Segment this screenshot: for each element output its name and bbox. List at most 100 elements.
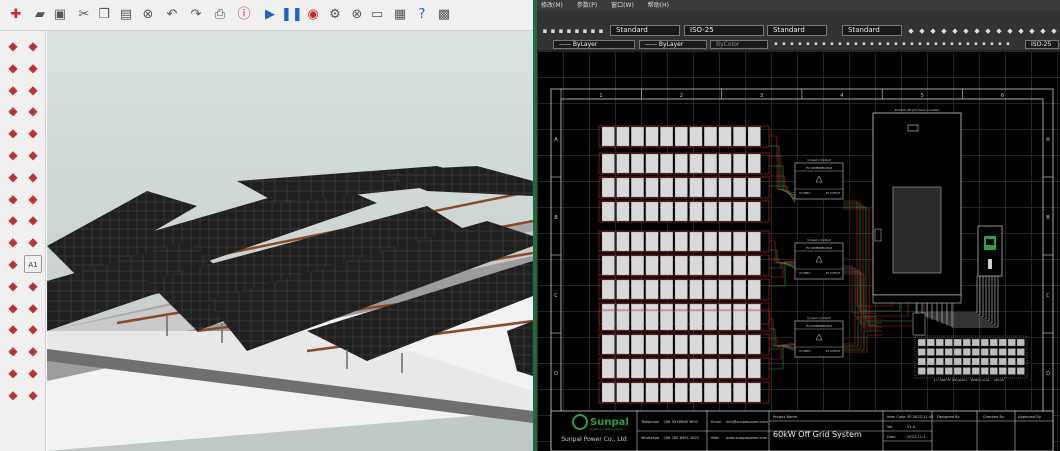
- open-folder-icon[interactable]: ▰: [30, 5, 50, 25]
- combiner-box[interactable]: 6 Input 1 Output PV COMBINER BOX PV INPUT P…: [794, 158, 844, 200]
- pv-module[interactable]: [718, 255, 732, 276]
- pv-module[interactable]: [718, 382, 732, 403]
- pv-module[interactable]: [631, 153, 644, 174]
- arc-icon[interactable]: ◆: [4, 146, 22, 164]
- dim-style-dropdown[interactable]: ISO-25: [684, 25, 764, 36]
- pv-module[interactable]: [631, 310, 644, 331]
- pv-module[interactable]: [601, 334, 615, 355]
- pv-module[interactable]: [660, 382, 674, 403]
- cad-tool-icon[interactable]: ▪: [589, 27, 597, 35]
- pv-module[interactable]: [616, 177, 630, 198]
- cad-tool-icon[interactable]: ▪: [853, 41, 859, 47]
- pv-module[interactable]: [616, 153, 630, 174]
- pv-module[interactable]: [645, 310, 659, 331]
- lineweight-dropdown[interactable]: —— ByLayer: [639, 40, 707, 49]
- cad-tool-icon[interactable]: ▪: [925, 41, 931, 47]
- cad-tool-icon[interactable]: ◆: [1006, 27, 1014, 35]
- cad-tool-icon[interactable]: ▪: [949, 41, 955, 47]
- pv-module[interactable]: [733, 279, 747, 300]
- eraser-icon[interactable]: ◆: [24, 59, 42, 77]
- pv-module[interactable]: [747, 231, 761, 252]
- pv-module[interactable]: [601, 310, 615, 331]
- pv-module[interactable]: [733, 201, 747, 222]
- annotation-scale-dropdown[interactable]: ISO-25: [1025, 40, 1059, 49]
- menu-item-1[interactable]: 修改(M): [541, 2, 563, 9]
- move-icon[interactable]: ◆: [24, 190, 42, 208]
- paste-icon[interactable]: ▤: [116, 5, 136, 25]
- cad-tool-icon[interactable]: ◆: [962, 27, 970, 35]
- cad-tool-icon[interactable]: ▪: [973, 41, 979, 47]
- pv-module[interactable]: [689, 310, 703, 331]
- cad-tool-icon[interactable]: ▪: [813, 41, 819, 47]
- pv-module[interactable]: [704, 382, 717, 403]
- pv-module[interactable]: [733, 177, 747, 198]
- cad-tool-icon[interactable]: ▪: [805, 41, 811, 47]
- push-pull-icon[interactable]: ◆: [4, 168, 22, 186]
- display-icon[interactable]: ▭: [367, 5, 387, 25]
- pv-module[interactable]: [601, 177, 615, 198]
- menu-item-2[interactable]: 参数(P): [577, 2, 597, 9]
- pv-module[interactable]: [631, 231, 644, 252]
- pv-module[interactable]: [601, 279, 615, 300]
- protractor-icon[interactable]: ◆: [4, 255, 22, 273]
- cad-tool-icon[interactable]: ▪: [957, 41, 963, 47]
- pv-module[interactable]: [616, 201, 630, 222]
- pv-module[interactable]: [704, 201, 717, 222]
- pv-module[interactable]: [616, 255, 630, 276]
- cad-tool-icon[interactable]: ▪: [981, 41, 987, 47]
- pv-module[interactable]: [645, 255, 659, 276]
- text-style-dropdown[interactable]: Standard: [610, 25, 680, 36]
- pv-module[interactable]: [747, 126, 761, 147]
- breaker-box[interactable]: [977, 225, 1003, 277]
- zoom-extents-icon[interactable]: ◆: [4, 342, 22, 360]
- cad-tool-icon[interactable]: ▪: [789, 41, 795, 47]
- cad-tool-icon[interactable]: ◆: [951, 27, 959, 35]
- menu-item-4[interactable]: 帮助(H): [648, 2, 669, 9]
- text-icon[interactable]: A1: [24, 255, 42, 273]
- section-plane-icon[interactable]: ◆: [24, 386, 42, 404]
- zoom-icon[interactable]: ◆: [4, 320, 22, 338]
- pv-module[interactable]: [704, 231, 717, 252]
- undo-icon[interactable]: ↶: [162, 5, 182, 25]
- pv-module[interactable]: [718, 177, 732, 198]
- pv-module[interactable]: [718, 153, 732, 174]
- pv-module[interactable]: [631, 334, 644, 355]
- wiring-diagram[interactable]: 1 2 3 4 5 6 A A B B C C D D 6 Input 1 Output PV COMBI…: [537, 51, 1060, 451]
- pv-module[interactable]: [660, 153, 674, 174]
- pv-module[interactable]: [718, 201, 732, 222]
- pv-module[interactable]: [689, 153, 703, 174]
- cad-tool-icon[interactable]: ▪: [933, 41, 939, 47]
- pv-module[interactable]: [631, 177, 644, 198]
- combiner-box[interactable]: 6 Input 1 Output PV COMBINER BOX PV INPUT P…: [794, 316, 844, 358]
- cad-tool-icon[interactable]: ▪: [541, 27, 549, 35]
- pv-module[interactable]: [674, 358, 688, 379]
- select-arrow-icon[interactable]: ◆: [4, 37, 22, 55]
- cad-tool-icon[interactable]: ▪: [869, 41, 875, 47]
- pv-module[interactable]: [674, 382, 688, 403]
- pv-module[interactable]: [733, 310, 747, 331]
- pv-module[interactable]: [704, 177, 717, 198]
- pv-module[interactable]: [674, 310, 688, 331]
- pv-module[interactable]: [660, 201, 674, 222]
- cad-tool-icon[interactable]: ▪: [797, 41, 803, 47]
- pv-module[interactable]: [718, 279, 732, 300]
- orbit-icon[interactable]: ◆: [4, 299, 22, 317]
- pv-module[interactable]: [674, 177, 688, 198]
- cad-tool-icon[interactable]: ◆: [1039, 27, 1047, 35]
- pv-module[interactable]: [645, 279, 659, 300]
- pv-module[interactable]: [733, 334, 747, 355]
- pv-module[interactable]: [631, 382, 644, 403]
- cad-tool-icon[interactable]: ◆: [1028, 27, 1036, 35]
- pv-module[interactable]: [704, 279, 717, 300]
- cad-tool-icon[interactable]: ◆: [940, 27, 948, 35]
- pv-module[interactable]: [616, 358, 630, 379]
- pencil-line-icon[interactable]: ◆: [4, 81, 22, 99]
- cad-tool-icon[interactable]: ◆: [907, 27, 915, 35]
- pause-icon[interactable]: ❚❚: [281, 5, 303, 25]
- cad-tool-icon[interactable]: ▪: [573, 27, 581, 35]
- component-icon[interactable]: ◆: [24, 37, 42, 55]
- pv-module[interactable]: [704, 153, 717, 174]
- pv-module[interactable]: [718, 334, 732, 355]
- cut-icon[interactable]: ✂: [74, 5, 94, 25]
- position-camera-icon[interactable]: ◆: [4, 386, 22, 404]
